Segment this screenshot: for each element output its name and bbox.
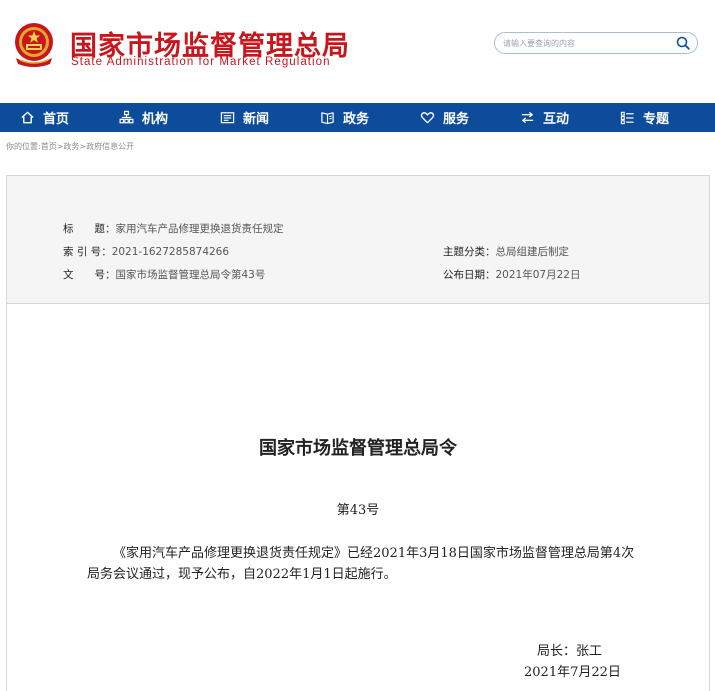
meta-title-row: 标 题：家用汽车产品修理更换退货责任规定 (63, 221, 284, 236)
exchange-arrows-icon (521, 111, 534, 124)
document-date: 2021年7月22日 (524, 665, 621, 680)
home-icon (21, 111, 34, 124)
meta-title-label: 标 题 (63, 223, 105, 235)
document-metadata: 标 题：家用汽车产品修理更换退货责任规定 索 引 号：2021-16272858… (7, 176, 709, 304)
meta-separator: ： (485, 246, 496, 258)
meta-separator: ： (101, 246, 112, 258)
search-input[interactable] (503, 36, 673, 50)
nav-item-label: 首页 (43, 112, 70, 127)
topics-list-icon (620, 111, 634, 125)
national-emblem-icon[interactable] (10, 20, 58, 70)
document-body: 《家用汽车产品修理更换退货责任规定》已经2021年3月18日国家市场监督管理总局… (87, 546, 635, 582)
heart-icon (420, 112, 435, 124)
document-number: 第43号 (336, 503, 380, 518)
news-icon (220, 112, 235, 124)
government-affairs-icon (321, 112, 334, 125)
site-header: 国家市场监督管理总局 State Administration for Mark… (0, 0, 715, 103)
nav-item-organization[interactable]: 机构 (119, 103, 168, 132)
nav-item-government-affairs[interactable]: 政务 (320, 103, 369, 132)
meta-category-row: 主题分类：总局组建后制定 (443, 244, 569, 259)
meta-date-label: 公布日期 (443, 269, 485, 281)
meta-index-row: 索 引 号：2021-1627285874266 (63, 244, 229, 259)
meta-date-value: 2021年07月22日 (495, 269, 581, 281)
meta-doc-number-value: 国家市场监督管理总局令第43号 (115, 269, 266, 281)
org-chart-icon (119, 110, 134, 124)
nav-item-label: 新闻 (243, 112, 270, 127)
meta-separator: ： (485, 269, 496, 281)
article-container: 标 题：家用汽车产品修理更换退货责任规定 索 引 号：2021-16272858… (6, 175, 710, 691)
nav-item-topics[interactable]: 专题 (620, 103, 669, 132)
main-nav: 首页 机构 新闻 政务 服务 互动 专题 (0, 103, 715, 132)
nav-item-label: 服务 (443, 112, 470, 127)
nav-item-interaction[interactable]: 互动 (520, 103, 569, 132)
breadcrumb[interactable]: 你的位置:首页>政务>政府信息公开 (6, 141, 134, 152)
meta-index-label: 索 引 号 (63, 246, 102, 258)
meta-category-value: 总局组建后制定 (495, 246, 570, 258)
search-box (494, 32, 698, 54)
document-signer: 局长：张工 (537, 644, 603, 659)
document-title: 国家市场监督管理总局令 (259, 438, 457, 459)
meta-doc-number-label: 文 号 (63, 269, 105, 281)
nav-item-label: 机构 (142, 112, 169, 127)
meta-separator: ： (105, 223, 116, 235)
search-icon[interactable] (675, 35, 691, 51)
meta-date-row: 公布日期：2021年07月22日 (443, 267, 580, 282)
meta-category-label: 主题分类 (443, 246, 485, 258)
meta-title-value: 家用汽车产品修理更换退货责任规定 (115, 223, 284, 235)
site-subtitle: State Administration for Market Regulati… (71, 56, 331, 68)
meta-separator: ： (105, 269, 116, 281)
nav-item-label: 专题 (643, 112, 670, 127)
nav-item-services[interactable]: 服务 (420, 103, 469, 132)
meta-doc-number-row: 文 号：国家市场监督管理总局令第43号 (63, 267, 265, 282)
nav-item-label: 互动 (543, 112, 570, 127)
meta-index-value: 2021-1627285874266 (111, 246, 230, 258)
nav-item-news[interactable]: 新闻 (220, 103, 269, 132)
nav-item-home[interactable]: 首页 (20, 103, 69, 132)
nav-item-label: 政务 (343, 112, 370, 127)
